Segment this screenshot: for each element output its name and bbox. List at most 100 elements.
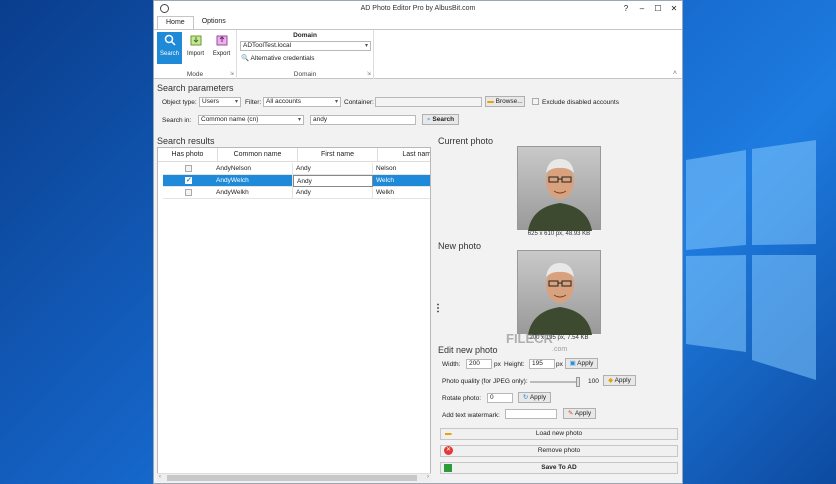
load-new-photo-label: Load new photo <box>535 430 583 437</box>
rotate-input[interactable]: 0 <box>487 393 513 403</box>
tab-home[interactable]: Home <box>157 16 194 29</box>
column-first-name[interactable]: First name <box>298 148 378 162</box>
mode-group-label: Mode <box>186 71 204 78</box>
column-has-photo[interactable]: Has photo <box>158 148 218 162</box>
has-photo-checkbox <box>185 189 192 196</box>
mode-expand-icon[interactable]: ⇲ <box>230 71 234 77</box>
ribbon: Search Import Export Mode ⇲ Domain ADToo… <box>154 29 682 79</box>
folder-icon: ▬ <box>445 430 452 437</box>
alternative-credentials-link[interactable]: 🔍 Alternative credentials <box>241 54 315 62</box>
height-label: Height: <box>504 361 525 368</box>
first-name-cell[interactable]: Andy <box>293 175 373 187</box>
search-button-label: Search <box>432 116 455 123</box>
domain-group-label: Domain <box>293 71 317 78</box>
export-button[interactable]: Export <box>209 32 234 64</box>
windows-logo-icon <box>686 140 816 380</box>
tab-options[interactable]: Options <box>194 16 234 29</box>
collapse-ribbon-icon[interactable]: ˄ <box>673 70 677 77</box>
resize-icon: ▣ <box>569 360 576 367</box>
first-name-cell: Andy <box>293 163 373 175</box>
window-title: AD Photo Editor Pro by AlbusBit.com <box>360 5 476 12</box>
photo-quality-slider[interactable] <box>530 377 580 387</box>
domain-group: Domain ADToolTest.local 🔍 Alternative cr… <box>237 30 374 79</box>
search-query-input[interactable]: andy <box>310 115 416 125</box>
load-new-photo-button[interactable]: ▬ Load new photo <box>440 428 678 440</box>
has-photo-checkbox <box>185 165 192 172</box>
search-mode-label: Search <box>159 51 179 57</box>
column-common-name[interactable]: Common name <box>218 148 298 162</box>
alternative-credentials-label: Alternative credentials <box>250 55 315 62</box>
quality-slider-thumb[interactable] <box>576 377 580 387</box>
container-field[interactable] <box>375 97 482 107</box>
last-name-cell: Welch <box>373 175 430 187</box>
exclude-disabled-checkbox[interactable] <box>532 98 539 105</box>
current-photo-header: Current photo <box>438 136 494 146</box>
minimize-button[interactable]: – <box>634 1 650 16</box>
import-button[interactable]: Import <box>183 32 208 64</box>
rotate-photo-label: Rotate photo: <box>442 395 482 402</box>
save-to-ad-button[interactable]: Save To AD <box>440 462 678 474</box>
column-last-name[interactable]: Last name <box>378 148 430 162</box>
common-name-cell: AndyWelkh <box>213 187 293 199</box>
height-unit: px <box>556 361 563 368</box>
current-photo-caption: 625 x 610 px, 48.93 KB <box>527 231 591 237</box>
scroll-right-icon[interactable]: › <box>427 474 429 480</box>
apply-rotate-button[interactable]: ↻ Apply <box>518 392 551 403</box>
object-type-select[interactable]: Users <box>199 97 241 107</box>
common-name-cell: AndyWelch <box>213 175 293 187</box>
search-button[interactable]: ⌕ Search <box>422 114 459 125</box>
table-row[interactable]: AndyNelson Andy Nelson <box>163 163 430 175</box>
apply-size-label: Apply <box>577 360 594 367</box>
domain-title: Domain <box>293 32 317 39</box>
scrollbar-thumb[interactable] <box>167 475 417 481</box>
text-watermark-input[interactable] <box>505 409 557 419</box>
maximize-button[interactable]: ☐ <box>650 1 666 16</box>
save-icon <box>444 464 452 472</box>
apply-watermark-button[interactable]: ✎ Apply <box>563 408 596 419</box>
credentials-icon: 🔍 <box>241 55 250 62</box>
domain-expand-icon[interactable]: ⇲ <box>367 71 371 77</box>
export-label: Export <box>212 51 231 57</box>
search-icon: ⌕ <box>426 116 431 123</box>
browse-button[interactable]: ▬ Browse... <box>485 96 525 107</box>
apply-quality-button[interactable]: ◆ Apply <box>603 375 636 386</box>
table-row[interactable]: AndyWelkh Andy Welkh <box>163 187 430 199</box>
close-button[interactable]: ✕ <box>666 1 682 16</box>
container-label: Container: <box>344 99 374 106</box>
new-photo <box>517 250 601 335</box>
common-name-cell: AndyNelson <box>213 163 293 175</box>
rotate-icon: ↻ <box>522 394 529 401</box>
width-input[interactable]: 200 <box>466 359 492 369</box>
has-photo-checkbox <box>185 176 192 184</box>
splitter-handle[interactable]: ⋮ <box>433 303 443 314</box>
object-type-label: Object type: <box>162 99 197 106</box>
folder-icon: ▬ <box>487 98 494 105</box>
search-mode-button[interactable]: Search <box>157 32 182 64</box>
scroll-left-icon[interactable]: ‹ <box>159 474 161 480</box>
save-to-ad-label: Save To AD <box>541 464 577 471</box>
mode-group: Search Import Export Mode ⇲ <box>154 30 237 79</box>
person-photo-icon <box>528 159 592 231</box>
new-photo-header: New photo <box>438 241 482 251</box>
search-results-header: Search results <box>157 136 215 146</box>
horizontal-scrollbar[interactable]: ‹ › <box>157 473 431 482</box>
table-row[interactable]: AndyWelch Andy Welch <box>163 175 430 187</box>
photo-quality-value: 100 <box>588 378 599 385</box>
apply-size-button[interactable]: ▣ Apply <box>565 358 598 369</box>
help-button[interactable]: ? <box>618 1 634 16</box>
domain-select[interactable]: ADToolTest.local <box>240 41 371 51</box>
search-in-select[interactable]: Common name (cn) <box>198 115 304 125</box>
quality-icon: ◆ <box>608 377 614 384</box>
edit-new-photo-header: Edit new photo <box>438 345 498 355</box>
watermark-text: FILECR <box>506 331 553 346</box>
filter-select[interactable]: All accounts <box>263 97 341 107</box>
app-window: AD Photo Editor Pro by AlbusBit.com ? – … <box>153 0 683 484</box>
remove-icon: ✕ <box>444 446 453 455</box>
title-bar: AD Photo Editor Pro by AlbusBit.com ? – … <box>154 1 682 16</box>
apply-watermark-label: Apply <box>574 410 592 417</box>
person-photo-icon <box>528 263 592 335</box>
remove-photo-button[interactable]: ✕ Remove photo <box>440 445 678 457</box>
import-icon <box>190 35 201 46</box>
height-input[interactable]: 195 <box>529 359 555 369</box>
first-name-cell: Andy <box>293 187 373 199</box>
